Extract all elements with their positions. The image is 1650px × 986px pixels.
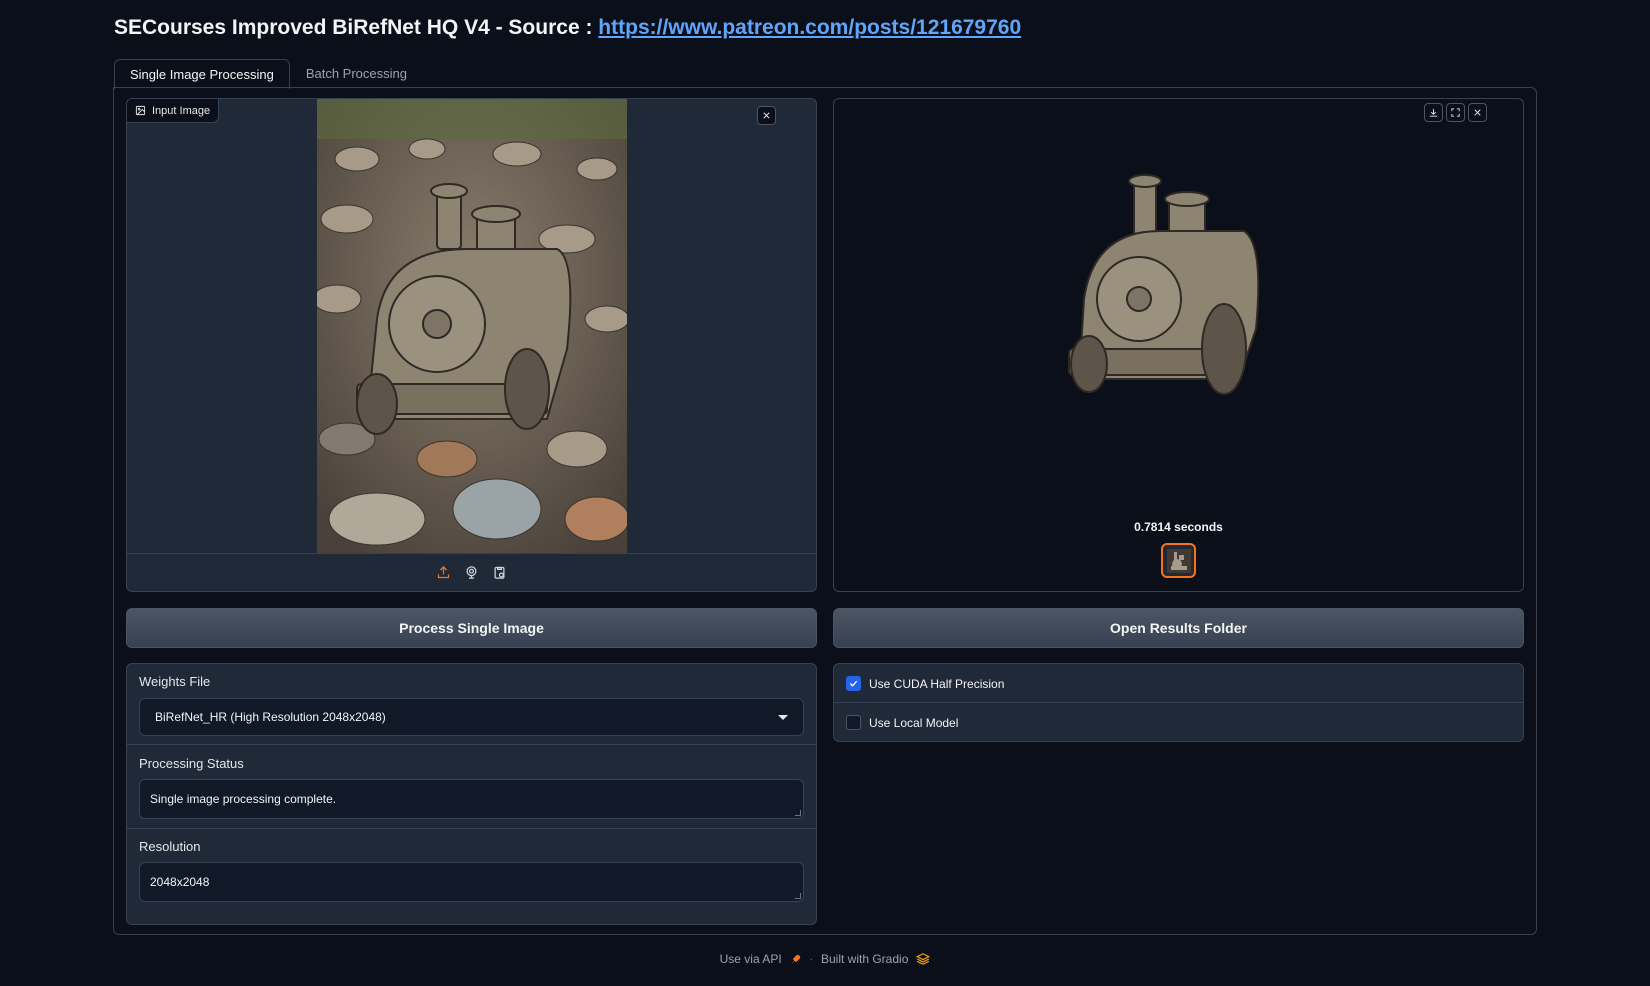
resolution-field: Resolution 2048x2048 (127, 839, 816, 902)
close-icon (763, 112, 770, 119)
options-panel: Use CUDA Half Precision Use Local Model (833, 663, 1524, 742)
clipboard-icon (494, 566, 505, 579)
close-icon (1474, 109, 1481, 116)
train-thumbnail-icon (1166, 548, 1191, 573)
weights-file-value: BiRefNet_HR (High Resolution 2048x2048) (155, 710, 386, 724)
close-output-button[interactable] (1468, 103, 1487, 122)
page-title: SECourses Improved BiRefNet HQ V4 - Sour… (114, 16, 1021, 40)
weights-file-label: Weights File (139, 674, 211, 689)
download-icon (1429, 108, 1438, 117)
clear-image-button[interactable] (757, 106, 776, 125)
divider (127, 828, 816, 829)
resolution-textbox[interactable]: 2048x2048 (139, 862, 804, 902)
processing-status-field: Processing Status Single image processin… (127, 756, 816, 819)
open-results-folder-button[interactable]: Open Results Folder (833, 608, 1524, 648)
title-text: SECourses Improved BiRefNet HQ V4 - Sour… (114, 16, 599, 39)
processing-status-textbox[interactable]: Single image processing complete. (139, 779, 804, 819)
image-source-bar (127, 553, 816, 591)
footer-separator: · (809, 953, 813, 965)
processing-time-caption: 0.7814 seconds (1134, 520, 1223, 534)
image-icon (135, 105, 146, 116)
cuda-half-precision-checkbox[interactable] (846, 676, 861, 691)
result-image (1064, 169, 1264, 409)
weights-file-field: Weights File BiRefNet_HR (High Resolutio… (127, 674, 816, 736)
processing-status-label: Processing Status (139, 756, 244, 771)
fullscreen-button[interactable] (1446, 103, 1465, 122)
input-image-label: Input Image (127, 99, 220, 123)
processing-status-value: Single image processing complete. (150, 792, 337, 806)
cuda-half-precision-label: Use CUDA Half Precision (869, 676, 1005, 691)
result-thumbnail[interactable] (1161, 543, 1196, 578)
resolution-value: 2048x2048 (150, 875, 210, 889)
output-image-panel: 0.7814 seconds (833, 98, 1524, 592)
fullscreen-icon (1451, 108, 1460, 117)
webcam-icon (466, 566, 477, 579)
use-local-model-checkbox[interactable] (846, 715, 861, 730)
use-via-api-link[interactable]: Use via API (720, 952, 782, 966)
settings-panel: Weights File BiRefNet_HR (High Resolutio… (126, 663, 817, 925)
webcam-button[interactable] (463, 564, 481, 582)
resize-grip-icon[interactable] (795, 893, 801, 899)
upload-button[interactable] (435, 564, 453, 582)
stone-train-photo (317, 99, 627, 554)
chevron-down-icon (778, 714, 788, 720)
checkmark-icon (849, 680, 858, 687)
resolution-label: Resolution (139, 839, 201, 854)
rocket-icon (791, 954, 800, 963)
source-link[interactable]: https://www.patreon.com/posts/121679760 (598, 16, 1021, 39)
process-single-image-button[interactable]: Process Single Image (126, 608, 817, 648)
cuda-half-precision-option[interactable]: Use CUDA Half Precision (834, 664, 1523, 703)
download-button[interactable] (1424, 103, 1443, 122)
use-local-model-option[interactable]: Use Local Model (834, 703, 1523, 741)
tab-batch[interactable]: Batch Processing (290, 58, 423, 88)
upload-icon (437, 565, 450, 579)
gradio-logo-icon (916, 953, 931, 965)
footer: Use via API · Built with Gradio (0, 952, 1650, 966)
input-image-label-text: Input Image (152, 104, 211, 117)
tab-single-image[interactable]: Single Image Processing (114, 59, 290, 89)
input-image-panel[interactable]: Input Image (126, 98, 817, 592)
tab-panel: Input Image 0.7814 seconds Process Singl… (113, 87, 1537, 935)
resize-grip-icon[interactable] (795, 810, 801, 816)
clipboard-button[interactable] (491, 564, 509, 582)
cutout-train-photo (1068, 174, 1260, 395)
use-local-model-label: Use Local Model (869, 715, 959, 730)
input-photo (317, 99, 627, 554)
divider (127, 744, 816, 745)
weights-file-dropdown[interactable]: BiRefNet_HR (High Resolution 2048x2048) (139, 698, 804, 736)
tab-bar: Single Image Processing Batch Processing (114, 58, 423, 89)
built-with-gradio-link[interactable]: Built with Gradio (821, 952, 908, 966)
